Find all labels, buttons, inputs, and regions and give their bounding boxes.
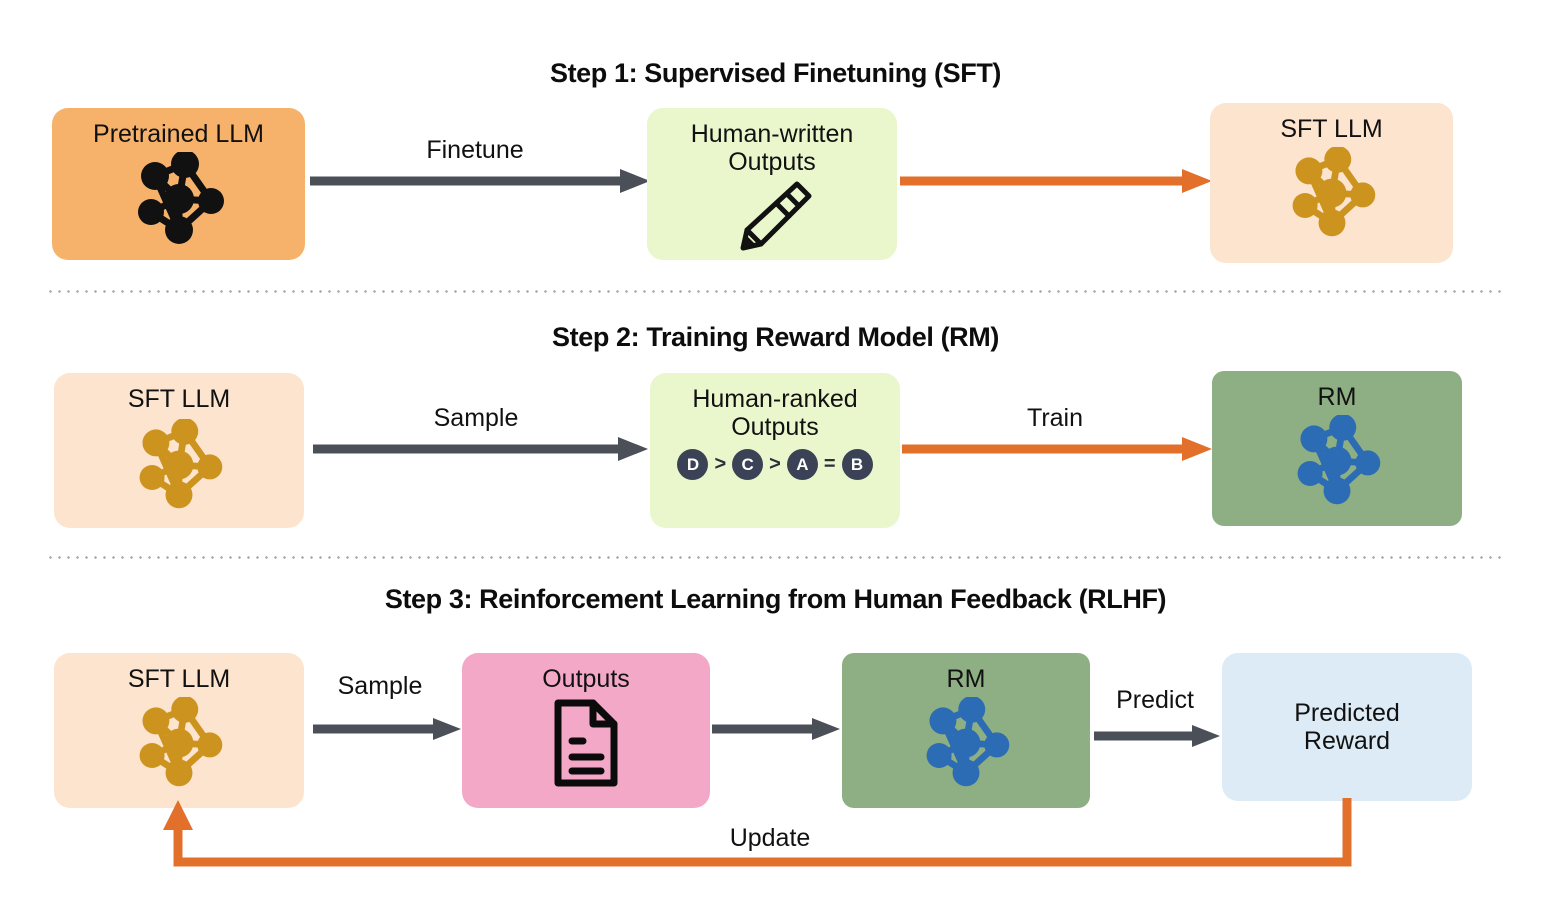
divider-1 <box>46 290 1506 293</box>
box-outputs: Outputs <box>462 653 710 808</box>
rank-badge-b: B <box>841 449 873 480</box>
neural-network-icon <box>1282 147 1382 239</box>
box-sft-llm-step2-label: SFT LLM <box>127 385 231 413</box>
ranking-badges: D > C > A = B <box>677 449 873 480</box>
arrow-label-sample-step2: Sample <box>433 404 519 432</box>
step-3-title: Step 3: Reinforcement Learning from Huma… <box>384 584 1167 614</box>
neural-network-icon <box>916 697 1016 789</box>
box-human-written-outputs: Human-written Outputs <box>647 108 897 260</box>
box-sft-llm-step1: SFT LLM <box>1210 103 1453 263</box>
rlhf-pipeline-diagram: Step 1: Supervised Finetuning (SFT) Pret… <box>0 0 1551 917</box>
divider-2 <box>46 556 1506 559</box>
arrow-sft-output <box>900 168 1212 194</box>
box-rm-step3-label: RM <box>946 665 986 693</box>
pencil-icon <box>729 178 815 252</box>
box-rm-step2-label: RM <box>1317 383 1357 411</box>
box-human-written-outputs-label: Human-written Outputs <box>690 120 854 176</box>
rank-operator-2: > <box>769 453 781 475</box>
box-pretrained-llm-label: Pretrained LLM <box>93 120 264 148</box>
box-human-ranked-outputs-label: Human-ranked Outputs <box>692 385 858 441</box>
step-2-title: Step 2: Training Reward Model (RM) <box>552 322 999 352</box>
arrow-sample-step3 <box>313 717 461 741</box>
box-sft-llm-step3: SFT LLM <box>54 653 304 808</box>
box-rm-step3: RM <box>842 653 1090 808</box>
rank-operator-1: > <box>714 453 727 475</box>
document-icon <box>545 697 627 789</box>
neural-network-icon <box>129 697 229 789</box>
neural-network-icon <box>127 152 231 246</box>
arrow-sample-step2 <box>313 436 648 462</box>
rank-badge-d: D <box>677 449 709 480</box>
rank-operator-3: = <box>823 453 836 475</box>
neural-network-icon <box>1287 415 1387 507</box>
arrow-update-loop <box>160 798 1360 878</box>
neural-network-icon <box>129 419 229 511</box>
box-sft-llm-step1-label: SFT LLM <box>1280 115 1383 143</box>
arrow-finetune <box>310 168 650 194</box>
rank-badge-c: C <box>732 449 764 480</box>
box-pretrained-llm: Pretrained LLM <box>52 108 305 260</box>
arrow-train <box>902 436 1212 462</box>
box-rm-step2: RM <box>1212 371 1462 526</box>
arrow-outputs-to-rm <box>712 717 840 741</box>
arrow-predict <box>1094 724 1220 748</box>
step-1-title: Step 1: Supervised Finetuning (SFT) <box>549 58 1002 88</box>
box-outputs-label: Outputs <box>542 665 630 693</box>
arrow-label-predict: Predict <box>1116 686 1194 714</box>
arrow-label-train: Train <box>1026 404 1084 432</box>
box-predicted-reward-label: Predicted Reward <box>1294 699 1400 755</box>
rank-badge-a: A <box>786 449 818 480</box>
box-human-ranked-outputs: Human-ranked Outputs D > C > A = B <box>650 373 900 528</box>
box-predicted-reward: Predicted Reward <box>1222 653 1472 801</box>
arrow-label-sample-step3: Sample <box>337 672 423 700</box>
box-sft-llm-step3-label: SFT LLM <box>127 665 231 693</box>
box-sft-llm-step2: SFT LLM <box>54 373 304 528</box>
arrow-label-finetune: Finetune <box>426 136 524 164</box>
